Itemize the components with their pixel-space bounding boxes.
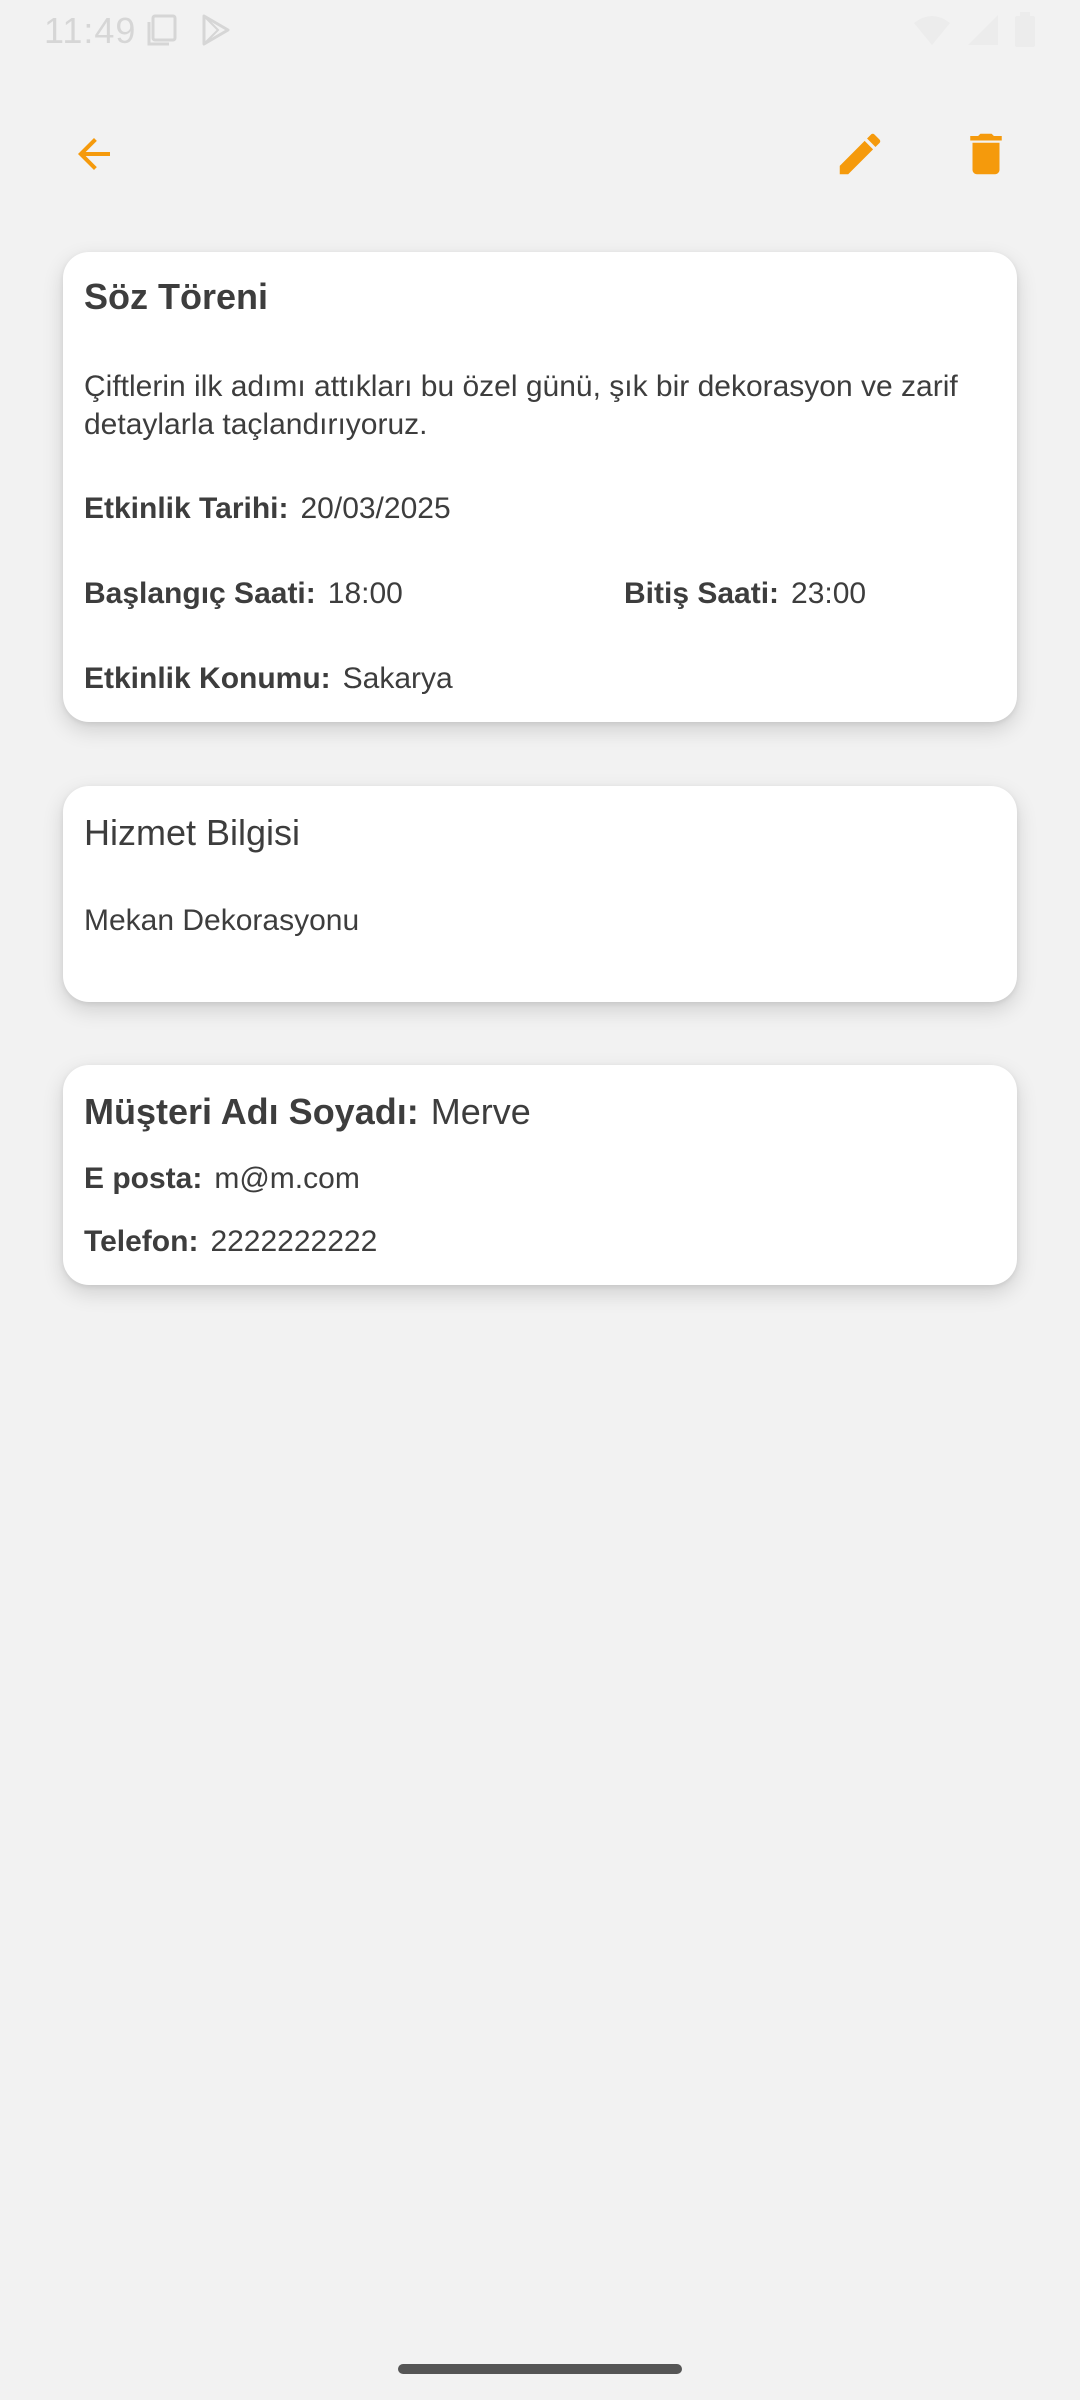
edit-pencil-icon: [833, 127, 887, 186]
delete-button[interactable]: [938, 108, 1034, 204]
app-bar: [0, 100, 1080, 212]
service-title: Hizmet Bilgisi: [84, 812, 301, 853]
status-time: 11:49: [44, 10, 137, 51]
service-value: Mekan Dekorasyonu: [84, 904, 360, 937]
event-start-value: 18:00: [327, 577, 403, 610]
edit-button[interactable]: [812, 108, 908, 204]
event-location-label: Etkinlik Konumu:: [84, 662, 331, 695]
event-title: Söz Töreni: [84, 276, 269, 317]
service-card: Hizmet Bilgisi Mekan Dekorasyonu: [63, 786, 1017, 1002]
wifi-icon: [912, 13, 952, 52]
event-location-value: Sakarya: [342, 662, 453, 695]
customer-email-row: E posta: m@m.com: [84, 1162, 360, 1196]
customer-phone-label: Telefon:: [84, 1225, 199, 1258]
event-end-value: 23:00: [791, 577, 867, 610]
status-bar: 11:49: [0, 0, 1080, 62]
event-date-value: 20/03/2025: [300, 492, 451, 525]
screenshot-icon: [146, 13, 180, 52]
event-start-label: Başlangıç Saati:: [84, 577, 316, 610]
customer-name-value: Merve: [430, 1091, 531, 1132]
event-end-row: Bitiş Saati: 23:00: [624, 577, 866, 611]
gesture-navigation-bar[interactable]: [398, 2364, 682, 2374]
battery-icon: [1014, 11, 1036, 53]
back-button[interactable]: [46, 108, 142, 204]
customer-phone-value: 2222222222: [210, 1225, 378, 1258]
event-description: Çiftlerin ilk adımı attıkları bu özel gü…: [84, 370, 958, 441]
customer-name-label: Müşteri Adı Soyadı:: [84, 1091, 419, 1132]
customer-phone-row: Telefon: 2222222222: [84, 1225, 377, 1259]
delete-trash-icon: [959, 127, 1013, 186]
play-store-icon: [198, 13, 232, 52]
event-date-label: Etkinlik Tarihi:: [84, 492, 289, 525]
status-left-icons: [146, 14, 232, 50]
customer-name-row: Müşteri Adı Soyadı: Merve: [84, 1091, 531, 1133]
event-location-row: Etkinlik Konumu: Sakarya: [84, 662, 453, 696]
back-arrow-icon: [70, 130, 118, 183]
event-start-row: Başlangıç Saati: 18:00: [84, 577, 403, 611]
event-date-row: Etkinlik Tarihi: 20/03/2025: [84, 492, 451, 526]
signal-icon: [966, 13, 1000, 52]
event-end-label: Bitiş Saati:: [624, 577, 780, 610]
status-right-icons: [912, 11, 1036, 53]
customer-email-label: E posta:: [84, 1162, 203, 1195]
event-card: Söz Töreni Çiftlerin ilk adımı attıkları…: [63, 252, 1017, 722]
customer-email-value: m@m.com: [214, 1162, 360, 1195]
customer-card: Müşteri Adı Soyadı: Merve E posta: m@m.c…: [63, 1065, 1017, 1285]
